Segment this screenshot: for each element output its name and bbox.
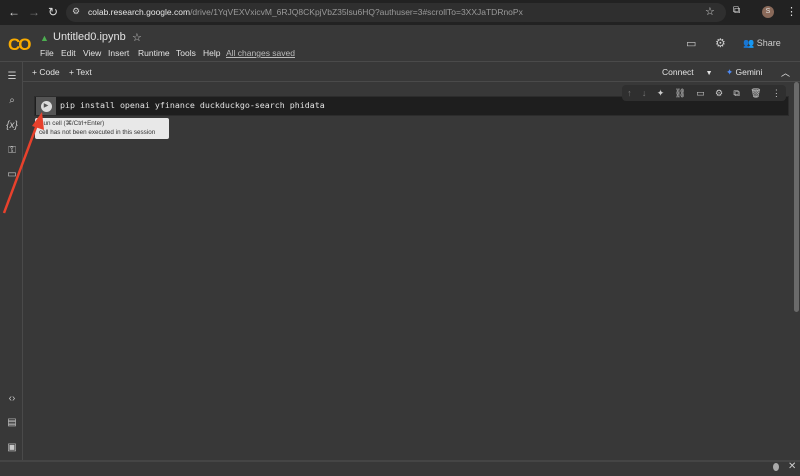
- extensions-icon[interactable]: ⧉: [733, 5, 740, 16]
- star-icon[interactable]: ☆: [132, 31, 142, 44]
- tooltip-line-2: cell has not been executed in this sessi…: [39, 128, 156, 136]
- tooltip-line-1: Run cell (⌘/Ctrl+Enter): [39, 120, 105, 127]
- cell-settings-icon[interactable]: ⚙: [715, 88, 723, 99]
- delete-icon[interactable]: 🗑: [750, 88, 761, 99]
- code-snippets-icon[interactable]: ‹›: [5, 393, 19, 404]
- connect-button[interactable]: Connect ▼: [662, 67, 713, 77]
- menu-tools[interactable]: Tools: [176, 48, 196, 58]
- settings-gear-icon[interactable]: ⚙: [715, 36, 726, 50]
- annotation-arrow: [2, 112, 44, 214]
- sparkle-icon: ✦: [726, 67, 734, 77]
- menu-runtime[interactable]: Runtime: [138, 48, 170, 58]
- menu-help[interactable]: Help: [203, 48, 220, 58]
- status-bar: [0, 460, 800, 476]
- menu-view[interactable]: View: [83, 48, 101, 58]
- run-cell-tooltip: Run cell (⌘/Ctrl+Enter) cell has not bee…: [35, 118, 169, 139]
- menu-insert[interactable]: Insert: [108, 48, 129, 58]
- table-of-contents-icon[interactable]: ☰: [5, 71, 19, 82]
- forward-icon[interactable]: →: [28, 5, 40, 19]
- scrollbar[interactable]: [793, 82, 800, 460]
- scrollbar-thumb[interactable]: [794, 82, 799, 312]
- people-icon: 👥: [743, 38, 755, 48]
- save-status[interactable]: All changes saved: [226, 48, 295, 58]
- url-host: colab.research.google.com: [88, 7, 191, 17]
- share-label: Share: [756, 38, 781, 48]
- gemini-button[interactable]: ✦ Gemini: [726, 67, 762, 78]
- share-button[interactable]: 👥 Share: [743, 38, 781, 49]
- menu-edit[interactable]: Edit: [61, 48, 76, 58]
- chevron-down-icon[interactable]: ▼: [706, 70, 713, 77]
- cell-toolbar: ↑ ↓ ✦ ⛓ ▭ ⚙ ⧉ 🗑 ⋮: [622, 85, 786, 101]
- avatar[interactable]: S: [762, 6, 774, 18]
- command-palette-icon[interactable]: ▤: [5, 417, 19, 428]
- search-icon[interactable]: ⌕: [5, 95, 19, 106]
- move-down-icon[interactable]: ↓: [642, 88, 647, 98]
- cell-code[interactable]: pip install openai yfinance duckduckgo-s…: [60, 100, 325, 110]
- browser-menu-icon[interactable]: ⋮: [786, 5, 797, 18]
- close-icon[interactable]: ✕: [788, 461, 796, 472]
- gemini-sparkle-icon[interactable]: ✦: [657, 88, 665, 99]
- comments-icon[interactable]: ▭: [686, 37, 696, 50]
- connect-label: Connect: [662, 67, 694, 77]
- comment-icon[interactable]: ▭: [696, 88, 705, 99]
- back-icon[interactable]: ←: [8, 5, 20, 19]
- link-icon[interactable]: ⛓: [675, 88, 686, 99]
- mirror-cell-icon[interactable]: ⧉: [733, 88, 739, 99]
- terminal-icon[interactable]: ▣: [5, 442, 19, 453]
- gemini-label: Gemini: [735, 67, 763, 77]
- drive-icon: ▲: [40, 33, 49, 43]
- url-path: /drive/1YqVEXVxicvM_6RJQ8CKpjVbZ35lsu6HQ…: [190, 7, 523, 17]
- more-icon[interactable]: ⋮: [772, 88, 781, 99]
- add-code-button[interactable]: + Code: [32, 67, 60, 77]
- bookmark-star-icon[interactable]: ☆: [705, 5, 715, 18]
- address-bar[interactable]: colab.research.google.com/drive/1YqVEXVx…: [66, 3, 726, 22]
- status-dot-icon: [773, 463, 779, 471]
- add-text-button[interactable]: + Text: [69, 67, 92, 77]
- colab-logo[interactable]: CO: [8, 35, 31, 55]
- collapse-icon[interactable]: ︿: [781, 66, 790, 79]
- reload-icon[interactable]: ↻: [48, 5, 58, 19]
- site-settings-icon[interactable]: ⚙: [72, 6, 80, 17]
- notebook-title[interactable]: Untitled0.ipynb: [53, 31, 126, 43]
- move-up-icon[interactable]: ↑: [627, 88, 632, 98]
- menu-file[interactable]: File: [40, 48, 54, 58]
